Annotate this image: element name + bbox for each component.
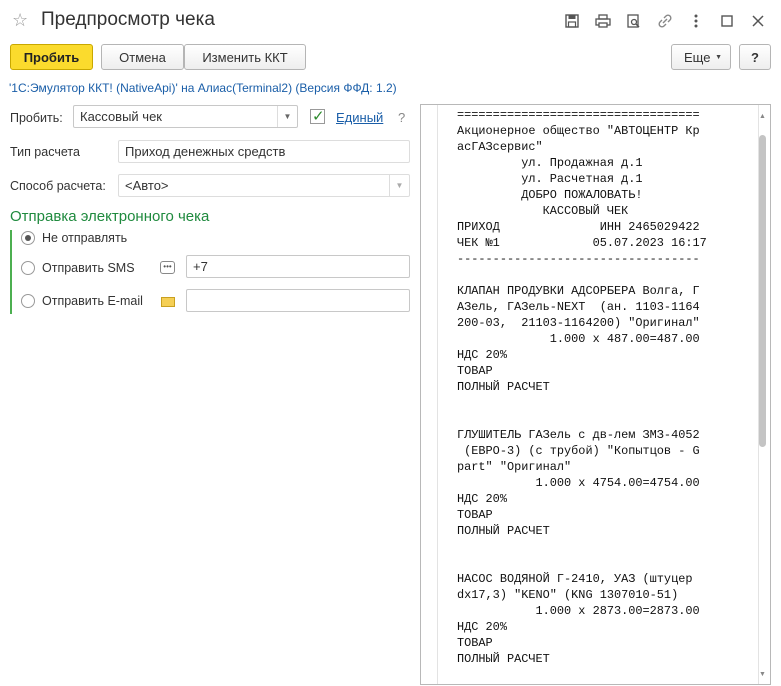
- receipt-line: ТОВАР: [457, 508, 493, 522]
- receipt-line: асГАЗсервис": [457, 140, 543, 154]
- receipt-text: ================================== Акцион…: [457, 107, 707, 667]
- receipt-line: НДС 20%: [457, 492, 507, 506]
- preview-icon[interactable]: [618, 11, 649, 31]
- receipt-line: [457, 411, 707, 427]
- receipt-line: (ЕВРО-3) (с трубой) "Копытцов - G: [457, 444, 700, 458]
- receipt-line: ЧЕК №1 05.07.2023 16:17: [457, 236, 707, 250]
- section-accent-bar: [10, 230, 12, 314]
- receipt-line: ДОБРО ПОЖАЛОВАТЬ!: [457, 188, 643, 202]
- receipt-type-select[interactable]: Кассовый чек ▼: [73, 105, 298, 128]
- cancel-button[interactable]: Отмена: [101, 44, 184, 70]
- receipt-line: 1.000 x 2873.00=2873.00: [457, 604, 700, 618]
- receipt-line: НДС 20%: [457, 620, 507, 634]
- receipt-line: 1.000 x 487.00=487.00: [457, 332, 700, 346]
- window-title: Предпросмотр чека: [41, 9, 215, 30]
- calc-method-value: <Авто>: [125, 178, 169, 193]
- receipt-line: ТОВАР: [457, 636, 493, 650]
- more-icon[interactable]: [680, 11, 711, 31]
- receipt-line: ----------------------------------: [457, 252, 700, 266]
- receipt-scrollbar[interactable]: ▲ ▼: [759, 113, 766, 678]
- save-icon[interactable]: [556, 11, 587, 31]
- receipt-paper: ================================== Акцион…: [437, 105, 759, 684]
- command-bar: Пробить Отмена Изменить ККТ Еще ▼ ?: [10, 44, 771, 70]
- receipt-line: [457, 267, 707, 283]
- receipt-line: АЗель, ГАЗель-NEXT (ан. 1103-1164: [457, 300, 700, 314]
- calc-type-label: Тип расчета: [10, 145, 80, 159]
- receipt-line: КАССОВЫЙ ЧЕК: [457, 204, 629, 218]
- receipt-line: dx17,3) "KENO" (KNG 1307010-51): [457, 588, 679, 602]
- print-icon[interactable]: [587, 11, 618, 31]
- receipt-line: ПОЛНЫЙ РАСЧЕТ: [457, 524, 550, 538]
- receipt-line: ПОЛНЫЙ РАСЧЕТ: [457, 652, 550, 666]
- chevron-down-icon: ▼: [715, 54, 722, 61]
- sms-phone-input[interactable]: +7: [186, 255, 410, 278]
- single-link[interactable]: Единый: [336, 110, 383, 125]
- scroll-down-icon[interactable]: ▼: [759, 671, 766, 678]
- maximize-icon[interactable]: [711, 11, 742, 31]
- receipt-line: ГЛУШИТЕЛЬ ГАЗель с дв-лем ЗМЗ-4052: [457, 428, 700, 442]
- print-receipt-button[interactable]: Пробить: [10, 44, 93, 70]
- receipt-line: ул. Расчетная д.1: [457, 172, 643, 186]
- receipt-line: НДС 20%: [457, 348, 507, 362]
- favorite-star-icon[interactable]: ☆: [12, 10, 28, 31]
- receipt-line: 1.000 x 4754.00=4754.00: [457, 476, 700, 490]
- scrollbar-thumb[interactable]: [759, 135, 766, 447]
- receipt-line: НАСОС ВОДЯНОЙ Г-2410, УАЗ (штуцер: [457, 572, 693, 586]
- print-label: Пробить:: [10, 111, 63, 125]
- help-question-icon[interactable]: ?: [398, 110, 405, 125]
- scroll-up-icon[interactable]: ▲: [759, 113, 766, 120]
- email-input[interactable]: [186, 289, 410, 312]
- chevron-down-icon[interactable]: ▼: [389, 175, 409, 196]
- radio-send-sms-label[interactable]: Отправить SMS: [42, 261, 135, 275]
- receipt-line: ТОВАР: [457, 364, 493, 378]
- single-checkbox[interactable]: ✓: [310, 108, 325, 125]
- title-bar-icons: [556, 11, 773, 31]
- close-icon[interactable]: [742, 11, 773, 31]
- email-icon[interactable]: [161, 297, 175, 307]
- sms-icon[interactable]: •••: [160, 261, 175, 274]
- chevron-down-icon[interactable]: ▼: [277, 106, 297, 127]
- receipt-line: [457, 539, 707, 555]
- radio-send-email-label[interactable]: Отправить E-mail: [42, 294, 143, 308]
- receipt-line: ул. Продажная д.1: [457, 156, 643, 170]
- receipt-line: ПОЛНЫЙ РАСЧЕТ: [457, 380, 550, 394]
- receipt-line: ПРИХОД ИНН 2465029422: [457, 220, 700, 234]
- link-icon[interactable]: [649, 11, 680, 31]
- radio-send-sms[interactable]: [21, 261, 35, 275]
- receipt-line: Акционерное общество "АВТОЦЕНТР Кр: [457, 124, 700, 138]
- receipt-line: 200-03, 21103-1164200) "Оригинал": [457, 316, 700, 330]
- receipt-line: [457, 395, 707, 411]
- radio-do-not-send-label[interactable]: Не отправлять: [42, 231, 127, 245]
- radio-selected-dot: [25, 235, 31, 241]
- electronic-receipt-section-title: Отправка электронного чека: [10, 208, 210, 225]
- change-kkt-button[interactable]: Изменить ККТ: [184, 44, 306, 70]
- receipt-line: ==================================: [457, 108, 700, 122]
- receipt-type-value: Кассовый чек: [80, 109, 162, 124]
- kkt-connection-link[interactable]: '1С:Эмулятор ККТ! (NativeApi)' на Алиас(…: [9, 81, 397, 95]
- receipt-line: КЛАПАН ПРОДУВКИ АДСОРБЕРА Волга, Г: [457, 284, 700, 298]
- calc-method-select[interactable]: <Авто> ▼: [118, 174, 410, 197]
- receipt-line: part" "Оригинал": [457, 460, 572, 474]
- radio-do-not-send[interactable]: [21, 231, 35, 245]
- checkmark-icon: ✓: [312, 108, 325, 125]
- more-menu-button[interactable]: Еще ▼: [671, 44, 731, 70]
- receipt-preview-panel[interactable]: ================================== Акцион…: [420, 104, 771, 685]
- receipt-line: [457, 555, 707, 571]
- help-button[interactable]: ?: [739, 44, 771, 70]
- calc-method-label: Способ расчета:: [10, 179, 106, 193]
- radio-send-email[interactable]: [21, 294, 35, 308]
- more-menu-label: Еще: [684, 49, 711, 65]
- title-bar: ☆ Предпросмотр чека: [0, 0, 781, 40]
- calc-type-field[interactable]: Приход денежных средств: [118, 140, 410, 163]
